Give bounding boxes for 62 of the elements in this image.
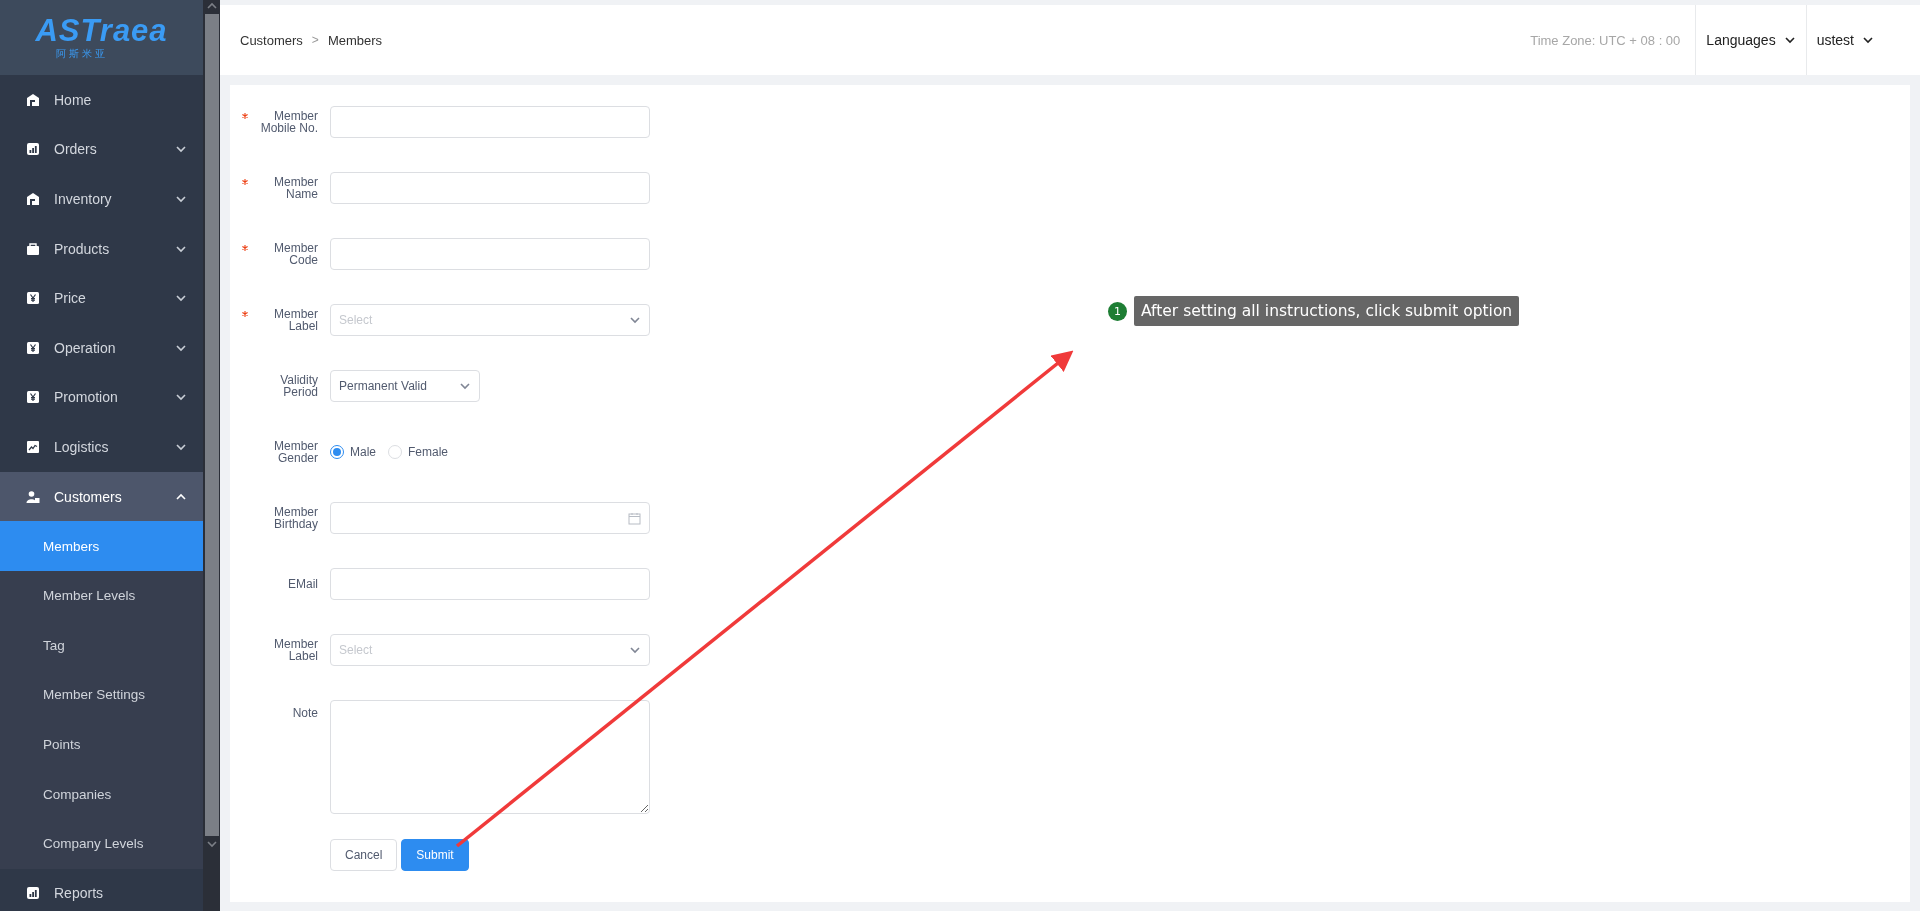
field-label: Member Code [273, 242, 318, 266]
chevron-down-icon [1783, 34, 1796, 46]
header-menu[interactable]: ustest [1805, 5, 1920, 75]
bag-icon [26, 241, 40, 256]
select-field[interactable]: Permanent Valid [330, 370, 480, 402]
sidebar-subitem[interactable]: Companies [0, 769, 203, 819]
field-label: Member Birthday [272, 506, 318, 530]
yen-icon [26, 390, 40, 405]
sidebar-subitem[interactable]: Points [0, 719, 203, 770]
breadcrumb-link[interactable]: Members [327, 32, 383, 48]
radio-option[interactable]: Male [330, 445, 376, 459]
text-input[interactable] [330, 238, 650, 270]
sidebar-item[interactable]: Customers [0, 471, 203, 522]
header-menu[interactable]: Languages [1695, 5, 1806, 75]
field-label: Note [292, 707, 318, 719]
sidebar-subitem[interactable]: Company Levels [0, 818, 203, 869]
radio-label: Male [350, 445, 376, 459]
scrollbar[interactable] [203, 0, 220, 911]
radio-label: Female [408, 445, 449, 459]
field-label: Member Label [273, 638, 318, 662]
note-textarea[interactable] [330, 700, 650, 814]
text-input[interactable] [330, 106, 650, 138]
yen-icon [26, 340, 40, 355]
field-label: Member Mobile No. [259, 110, 318, 134]
cancel-button[interactable]: Cancel [330, 839, 398, 871]
sidebar-subitem[interactable]: Member Levels [0, 570, 203, 621]
field-label: Validity Period [279, 374, 318, 398]
field-label: EMail [288, 578, 318, 590]
select-value: Permanent Valid [339, 379, 427, 393]
chevron-down-icon [1862, 34, 1874, 46]
bar-chart-icon [26, 142, 40, 157]
breadcrumb-separator: > [311, 33, 319, 47]
chevron-down-icon [205, 838, 218, 850]
field-label: Member Label [273, 308, 318, 332]
sidebar-subitem[interactable]: Tag [0, 620, 203, 671]
scrollbar-thumb[interactable] [204, 14, 219, 836]
chevron-down-icon [629, 644, 641, 656]
text-input[interactable] [330, 568, 650, 600]
select-placeholder: Select [339, 313, 373, 327]
text-input[interactable] [330, 172, 650, 204]
annotation-tooltip: After setting all instructions, click submit option [1134, 296, 1520, 326]
menu-label: Languages [1706, 32, 1776, 48]
yen-icon [26, 291, 40, 306]
trend-chart-icon [26, 439, 40, 454]
field-label: Member Name [273, 176, 318, 200]
bar-chart-icon [26, 886, 40, 901]
field-label: Member Gender [273, 440, 318, 464]
house-icon [26, 92, 40, 107]
logo-wordmark: ASTraea [35, 14, 168, 46]
date-field[interactable] [330, 502, 650, 534]
calendar-icon [628, 511, 641, 525]
time-zone-label: Time Zone: UTC + 08 : 00 [1530, 32, 1681, 48]
logo-tagline: 阿斯米亚 [55, 46, 108, 61]
chevron-down-icon [459, 380, 471, 392]
menu-label: ustest [1816, 32, 1854, 48]
user-icon [26, 489, 40, 504]
sidebar-subitem[interactable]: Member Settings [0, 670, 203, 720]
radio-option[interactable]: Female [388, 445, 449, 459]
select-placeholder: Select [339, 643, 373, 657]
breadcrumb-link[interactable]: Customers [240, 32, 303, 48]
chevron-down-icon [629, 314, 641, 326]
house-icon [26, 192, 40, 206]
